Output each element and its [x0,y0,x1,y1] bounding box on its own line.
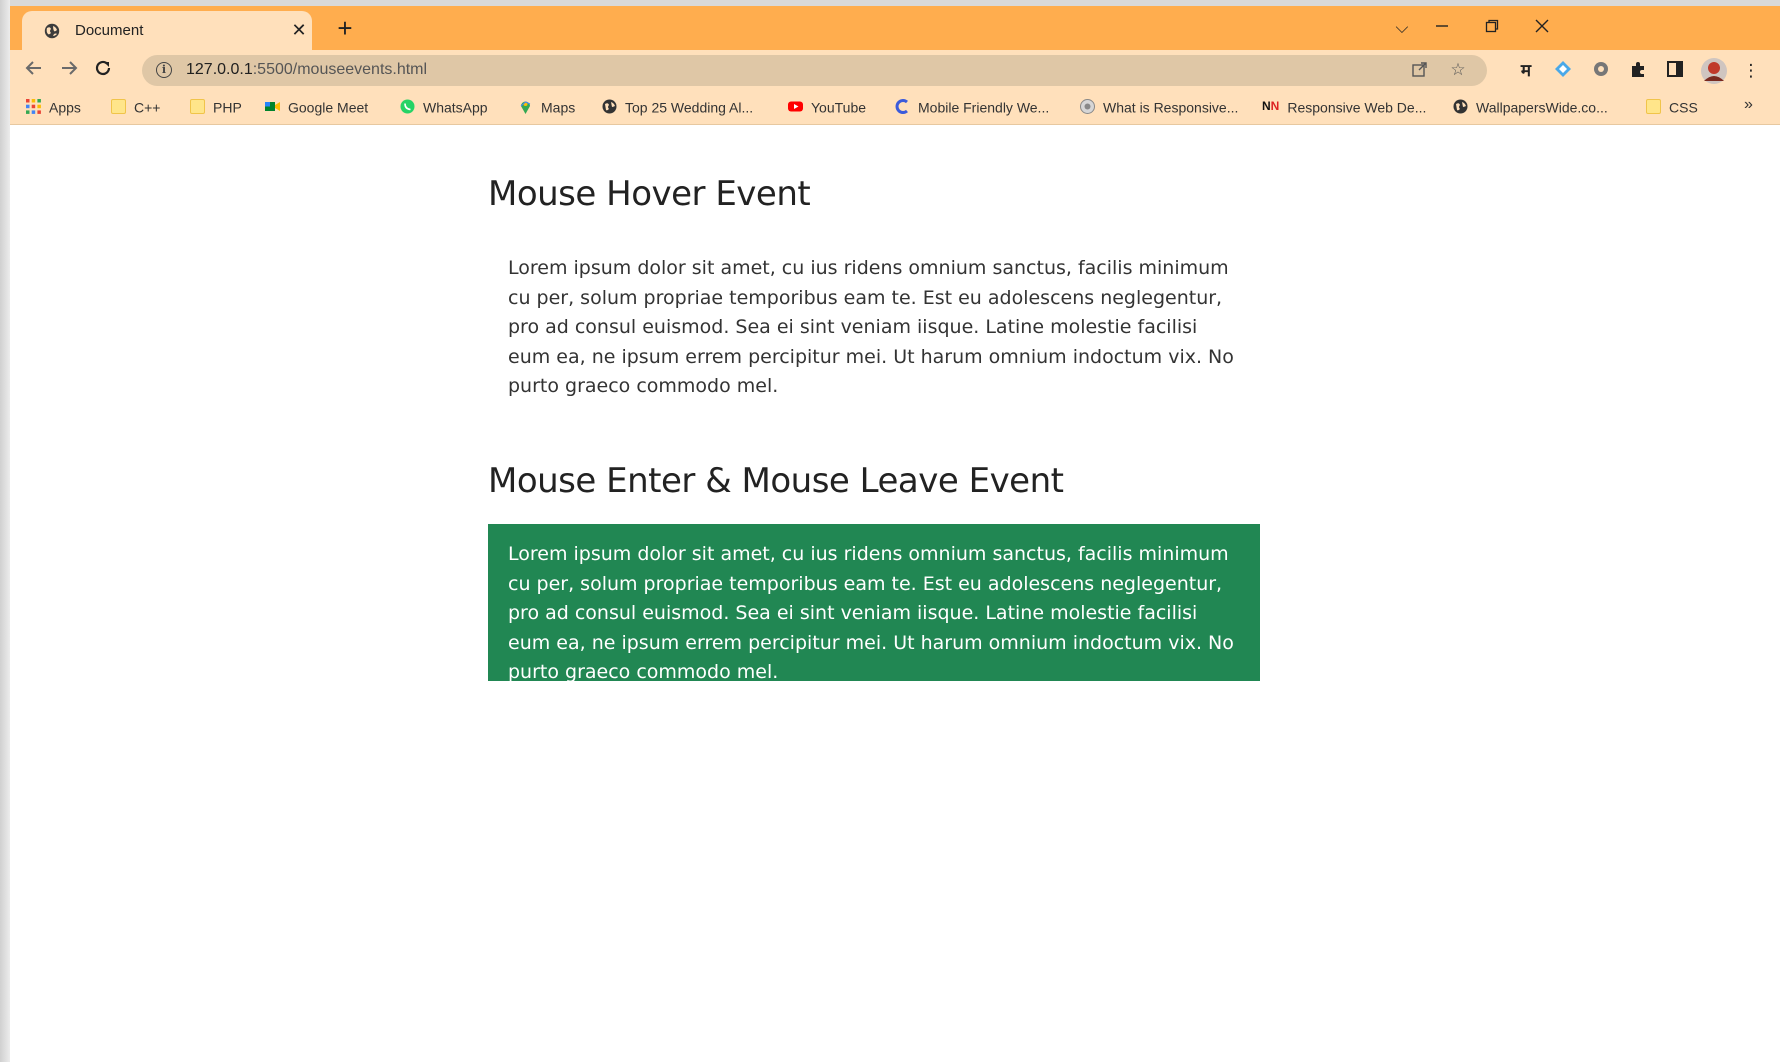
extension-shield-icon[interactable] [1590,60,1612,82]
bookmark-php[interactable]: PHP [190,98,242,118]
site-c-icon [895,98,908,114]
tab-search-chevron-down-icon[interactable]: ⌵ [1390,16,1414,40]
hover-paragraph-box[interactable]: Lorem ipsum dolor sit amet, cu ius riden… [488,238,1260,420]
extensions-puzzle-icon[interactable] [1627,60,1649,82]
tab-document[interactable]: Document ✕ [22,11,312,50]
section-heading-enter-leave: Mouse Enter & Mouse Leave Event [488,461,1064,501]
bookmark-responsive-web-design[interactable]: NN Responsive Web De... [1262,98,1426,118]
address-bar[interactable]: i 127.0.0.1:5500/mouseevents.html ☆ [142,55,1487,86]
whatsapp-icon [400,99,415,114]
bookmark-label: Responsive Web De... [1287,99,1427,116]
profile-avatar[interactable] [1700,57,1728,85]
bookmark-label: WhatsApp [423,99,488,116]
bookmark-label: Mobile Friendly We... [918,99,1050,116]
bookmark-what-is-responsive[interactable]: What is Responsive... [1080,98,1238,118]
reload-icon [95,60,111,76]
more-bookmarks-chevron-icon[interactable]: » [1744,96,1753,114]
new-tab-button[interactable]: + [333,15,357,41]
window-shadow-left [0,0,10,1062]
bookmark-label: CSS [1669,99,1698,116]
section-heading-hover: Mouse Hover Event [488,174,811,214]
globe-icon [44,23,60,39]
restore-icon [1485,19,1499,33]
browser-toolbar: i 127.0.0.1:5500/mouseevents.html ☆ म ⋮ [10,50,1780,90]
bookmark-label: C++ [134,99,161,116]
bookmarks-bar: Apps C++ PHP Google Meet WhatsApp Maps T… [10,90,1780,125]
enter-leave-paragraph-box[interactable]: Lorem ipsum dolor sit amet, cu ius riden… [488,524,1260,683]
bookmark-css[interactable]: CSS [1646,98,1698,118]
tab-close-icon[interactable]: ✕ [288,19,310,41]
browser-menu-icon[interactable]: ⋮ [1740,60,1762,82]
site-info-icon[interactable]: i [156,62,172,78]
extension-letter-icon[interactable]: म [1515,60,1537,82]
bookmark-mobile-friendly[interactable]: Mobile Friendly We... [895,98,1049,118]
minimize-icon [1436,25,1448,27]
restore-button[interactable] [1480,16,1504,40]
tab-strip: Document ✕ + ⌵ [10,6,1780,50]
bookmark-wallpaperswide[interactable]: WallpapersWide.co... [1453,98,1608,118]
page-content: Mouse Hover Event Lorem ipsum dolor sit … [10,125,1780,1062]
bookmark-youtube[interactable]: YouTube [788,98,866,118]
extension-diamond-icon[interactable] [1552,60,1574,82]
back-button[interactable] [21,58,47,84]
bookmark-google-meet[interactable]: Google Meet [265,98,368,118]
forward-button[interactable] [56,58,82,84]
close-icon [1535,19,1549,33]
tab-title: Document [75,22,144,39]
minimize-button[interactable] [1430,16,1454,40]
close-window-button[interactable] [1530,16,1554,40]
globe-icon [602,99,617,114]
bookmark-label: Maps [541,99,576,116]
site-icon [1080,98,1095,114]
reload-button[interactable] [90,58,116,84]
bookmark-label: PHP [213,99,242,116]
arrow-right-icon [62,61,78,75]
google-meet-icon [265,101,280,111]
bookmark-apps[interactable]: Apps [26,98,81,118]
apps-grid-icon [26,98,41,114]
bookmark-label: Google Meet [288,99,369,116]
url-host: 127.0.0.1 [186,61,253,78]
globe-icon [1453,99,1468,114]
bookmark-label: Apps [49,99,81,116]
nn-icon: NN [1262,98,1280,113]
side-panel-icon[interactable] [1664,60,1686,82]
folder-icon [190,98,205,114]
bookmark-wedding[interactable]: Top 25 Wedding Al... [602,98,753,118]
bookmark-maps[interactable]: Maps [518,98,575,118]
share-icon[interactable] [1410,60,1430,80]
bookmark-label: Top 25 Wedding Al... [625,99,754,116]
folder-icon [1646,98,1661,114]
bookmark-whatsapp[interactable]: WhatsApp [400,98,488,118]
bookmark-cpp[interactable]: C++ [111,98,160,118]
bookmark-label: WallpapersWide.co... [1476,99,1608,116]
address-url: 127.0.0.1:5500/mouseevents.html [186,61,427,79]
bookmark-label: YouTube [811,99,867,116]
folder-icon [111,98,126,114]
url-path: :5500/mouseevents.html [252,61,428,78]
bookmark-star-icon[interactable]: ☆ [1448,60,1468,80]
youtube-icon [788,101,803,112]
browser-window: Document ✕ + ⌵ i 127.0.0.1:5500/mouseeve… [10,6,1780,1062]
arrow-left-icon [25,61,41,75]
bookmark-label: What is Responsive... [1103,99,1239,116]
maps-pin-icon [520,101,531,114]
